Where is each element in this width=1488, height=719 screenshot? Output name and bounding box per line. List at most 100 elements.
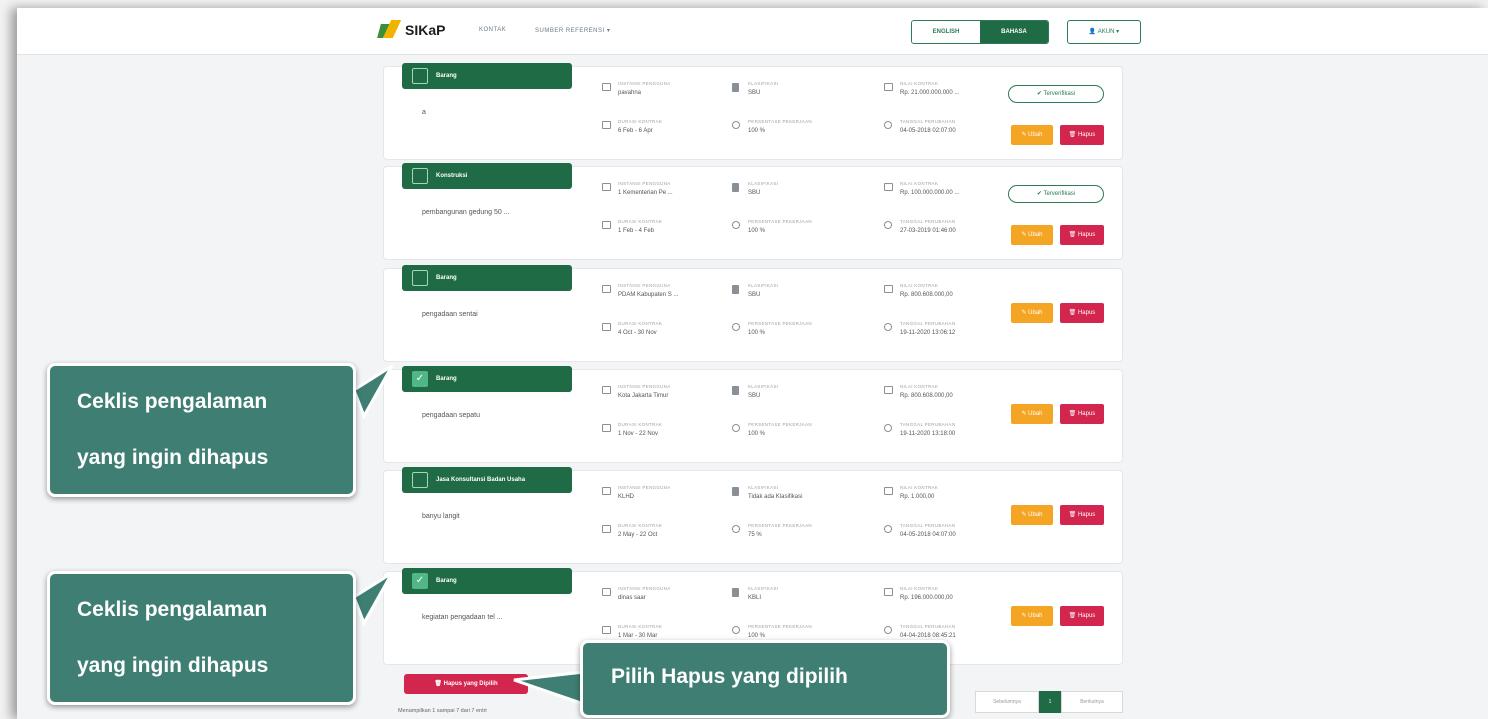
delete-button[interactable]: 🗑 Hapus — [1060, 303, 1104, 323]
select-checkbox[interactable] — [412, 270, 428, 286]
durasi-label: DURASI KONTRAK — [618, 219, 663, 224]
tanggal-label: TANGGAL PERUBAHAN — [900, 624, 956, 629]
durasi-label: DURASI KONTRAK — [618, 321, 663, 326]
durasi-value: 1 Feb - 4 Feb — [618, 228, 655, 234]
nav-link-sumber-referensi[interactable]: SUMBER REFERENSI ▾ — [535, 27, 610, 34]
callout-check-second: Ceklis pengalaman yang ingin dihapus — [47, 571, 356, 705]
klasifikasi-icon — [732, 183, 739, 192]
lang-bahasa-button[interactable]: BAHASA — [980, 21, 1048, 43]
nilai-icon — [884, 487, 893, 495]
klasifikasi-icon — [732, 285, 739, 294]
edit-button[interactable]: ✎ Ubah — [1011, 303, 1053, 323]
edit-button[interactable]: ✎ Ubah — [1011, 505, 1053, 525]
category-label: Barang — [436, 73, 457, 79]
experience-card: Konstruksi pembangunan gedung 50 ... INSTA… — [383, 163, 1123, 260]
experience-card: Jasa Konsultansi Badan Usaha banyu langit… — [383, 467, 1123, 564]
nilai-value: Rp. 100.000.000.00 ... — [900, 190, 960, 196]
pagination-page-1[interactable]: 1 — [1039, 691, 1061, 713]
tanggal-icon — [884, 121, 892, 129]
select-checkbox[interactable]: ✓ — [412, 573, 428, 589]
nilai-icon — [884, 183, 893, 191]
callout-check-second-line2: yang ingin dihapus — [77, 654, 269, 677]
progres-value: 100 % — [748, 633, 766, 639]
delete-button[interactable]: 🗑 Hapus — [1060, 505, 1104, 525]
nav-link-kontak[interactable]: KONTAK — [479, 27, 506, 33]
pagination: Sebelumnya 1 Berikutnya — [975, 691, 1123, 713]
edit-button[interactable]: ✎ Ubah — [1011, 225, 1053, 245]
tanggal-label: TANGGAL PERUBAHAN — [900, 422, 956, 427]
progres-icon — [732, 221, 740, 229]
tanggal-icon — [884, 525, 892, 533]
instansi-icon — [602, 386, 611, 394]
select-checkbox[interactable] — [412, 68, 428, 84]
progres-value: 100 % — [748, 128, 766, 134]
lang-english-button[interactable]: ENGLISH — [912, 21, 980, 43]
durasi-value: 1 Mar - 30 Mar — [618, 633, 658, 639]
tanggal-value: 27-03-2019 01:46:00 — [900, 228, 956, 234]
klasifikasi-icon — [732, 83, 739, 92]
progres-label: PERSENTASE PEKERJAAN — [748, 422, 812, 427]
category-tag: ✓ Barang — [402, 366, 572, 392]
delete-button[interactable]: 🗑 Hapus — [1060, 225, 1104, 245]
tanggal-icon — [884, 626, 892, 634]
klasifikasi-value: Tidak ada Klasifikasi — [748, 494, 803, 500]
select-checkbox[interactable]: ✓ — [412, 371, 428, 387]
klasifikasi-value: SBU — [748, 292, 761, 298]
klasifikasi-icon — [732, 386, 739, 395]
category-label: Barang — [436, 376, 457, 382]
category-label: Barang — [436, 275, 457, 281]
instansi-value: dinas saar — [618, 595, 646, 601]
category-tag: Konstruksi — [402, 163, 572, 189]
project-name: a — [422, 109, 426, 116]
category-tag: Barang — [402, 265, 572, 291]
durasi-icon — [602, 323, 611, 331]
klasifikasi-value: KBLI — [748, 595, 762, 601]
instansi-label: INSTANSI PENGGUNA — [618, 81, 671, 86]
progres-value: 100 % — [748, 431, 766, 437]
delete-button[interactable]: 🗑 Hapus — [1060, 125, 1104, 145]
progres-value: 100 % — [748, 330, 766, 336]
pagination-prev-button[interactable]: Sebelumnya — [975, 691, 1039, 713]
edit-button[interactable]: ✎ Ubah — [1011, 606, 1053, 626]
delete-button[interactable]: 🗑 Hapus — [1060, 606, 1104, 626]
account-menu-button[interactable]: 👤 AKUN ▾ — [1067, 20, 1141, 44]
entries-info: Menampilkan 1 sampai 7 dari 7 entri — [398, 708, 487, 714]
select-checkbox[interactable] — [412, 472, 428, 488]
category-tag: Jasa Konsultansi Badan Usaha — [402, 467, 572, 493]
nilai-value: Rp. 800.608.000,00 — [900, 292, 953, 298]
tanggal-label: TANGGAL PERUBAHAN — [900, 119, 956, 124]
edit-button[interactable]: ✎ Ubah — [1011, 125, 1053, 145]
callout-check-first: Ceklis pengalaman yang ingin dihapus — [47, 363, 356, 497]
klasifikasi-label: KLASIFIKASI — [748, 384, 779, 389]
nilai-icon — [884, 83, 893, 91]
nilai-label: NILAI KONTRAK — [900, 586, 939, 591]
klasifikasi-icon — [732, 588, 739, 597]
durasi-icon — [602, 626, 611, 634]
callout-delete-selected: Pilih Hapus yang dipilih — [580, 640, 950, 718]
callout-delete-selected-text: Pilih Hapus yang dipilih — [611, 665, 848, 688]
instansi-icon — [602, 83, 611, 91]
select-checkbox[interactable] — [412, 168, 428, 184]
progres-icon — [732, 121, 740, 129]
tanggal-value: 19-11-2020 13:06:12 — [900, 330, 956, 336]
tanggal-icon — [884, 323, 892, 331]
progres-label: PERSENTASE PEKERJAAN — [748, 219, 812, 224]
edit-button[interactable]: ✎ Ubah — [1011, 404, 1053, 424]
nilai-label: NILAI KONTRAK — [900, 181, 939, 186]
sikap-logo-icon — [377, 20, 402, 40]
sikap-logo[interactable]: SIKaP — [377, 20, 445, 40]
delete-button[interactable]: 🗑 Hapus — [1060, 404, 1104, 424]
instansi-value: PDAM Kabupaten S ... — [618, 292, 679, 298]
tanggal-value: 19-11-2020 13:18:00 — [900, 431, 956, 437]
instansi-icon — [602, 285, 611, 293]
progres-label: PERSENTASE PEKERJAAN — [748, 624, 812, 629]
klasifikasi-label: KLASIFIKASI — [748, 81, 779, 86]
experience-card: Barang a INSTANSI PENGGUNA pavahna DURASI KO… — [383, 63, 1123, 160]
instansi-value: 1 Kementerian Pe ... — [618, 190, 673, 196]
pagination-next-button[interactable]: Berikutnya — [1061, 691, 1123, 713]
top-navbar: SIKaP KONTAK SUMBER REFERENSI ▾ ENGLISH … — [17, 8, 1488, 55]
klasifikasi-value: SBU — [748, 90, 761, 96]
tanggal-value: 04-05-2018 02:07:00 — [900, 128, 956, 134]
instansi-icon — [602, 588, 611, 596]
callout-check-second-line1: Ceklis pengalaman — [77, 598, 268, 621]
